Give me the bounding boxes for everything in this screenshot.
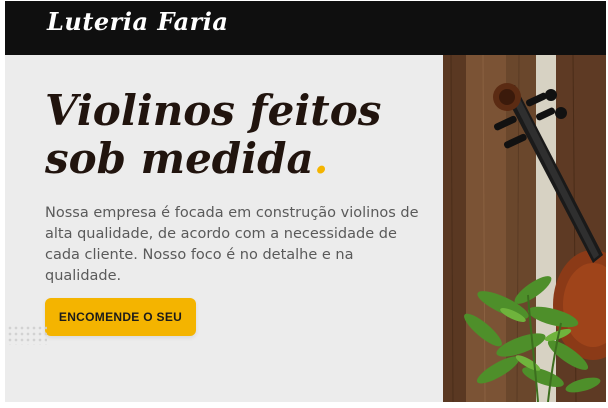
- hero-title-text: Violinos feitos sob medida: [45, 86, 382, 183]
- order-button[interactable]: ENCOMENDE O SEU: [45, 298, 196, 336]
- hero-title-accent-dot: .: [313, 134, 329, 183]
- violin-with-plant-image: [443, 55, 606, 402]
- decorative-dot-grid: [7, 325, 47, 345]
- landing-page: Luteria Faria Violinos feitos sob medida…: [5, 1, 606, 402]
- violin-photo: [443, 55, 606, 402]
- hero-title: Violinos feitos sob medida.: [45, 87, 405, 183]
- hero-description: Nossa empresa é focada em construção vio…: [45, 205, 419, 284]
- top-bar: Luteria Faria: [5, 1, 606, 55]
- brand-logo[interactable]: Luteria Faria: [47, 7, 228, 36]
